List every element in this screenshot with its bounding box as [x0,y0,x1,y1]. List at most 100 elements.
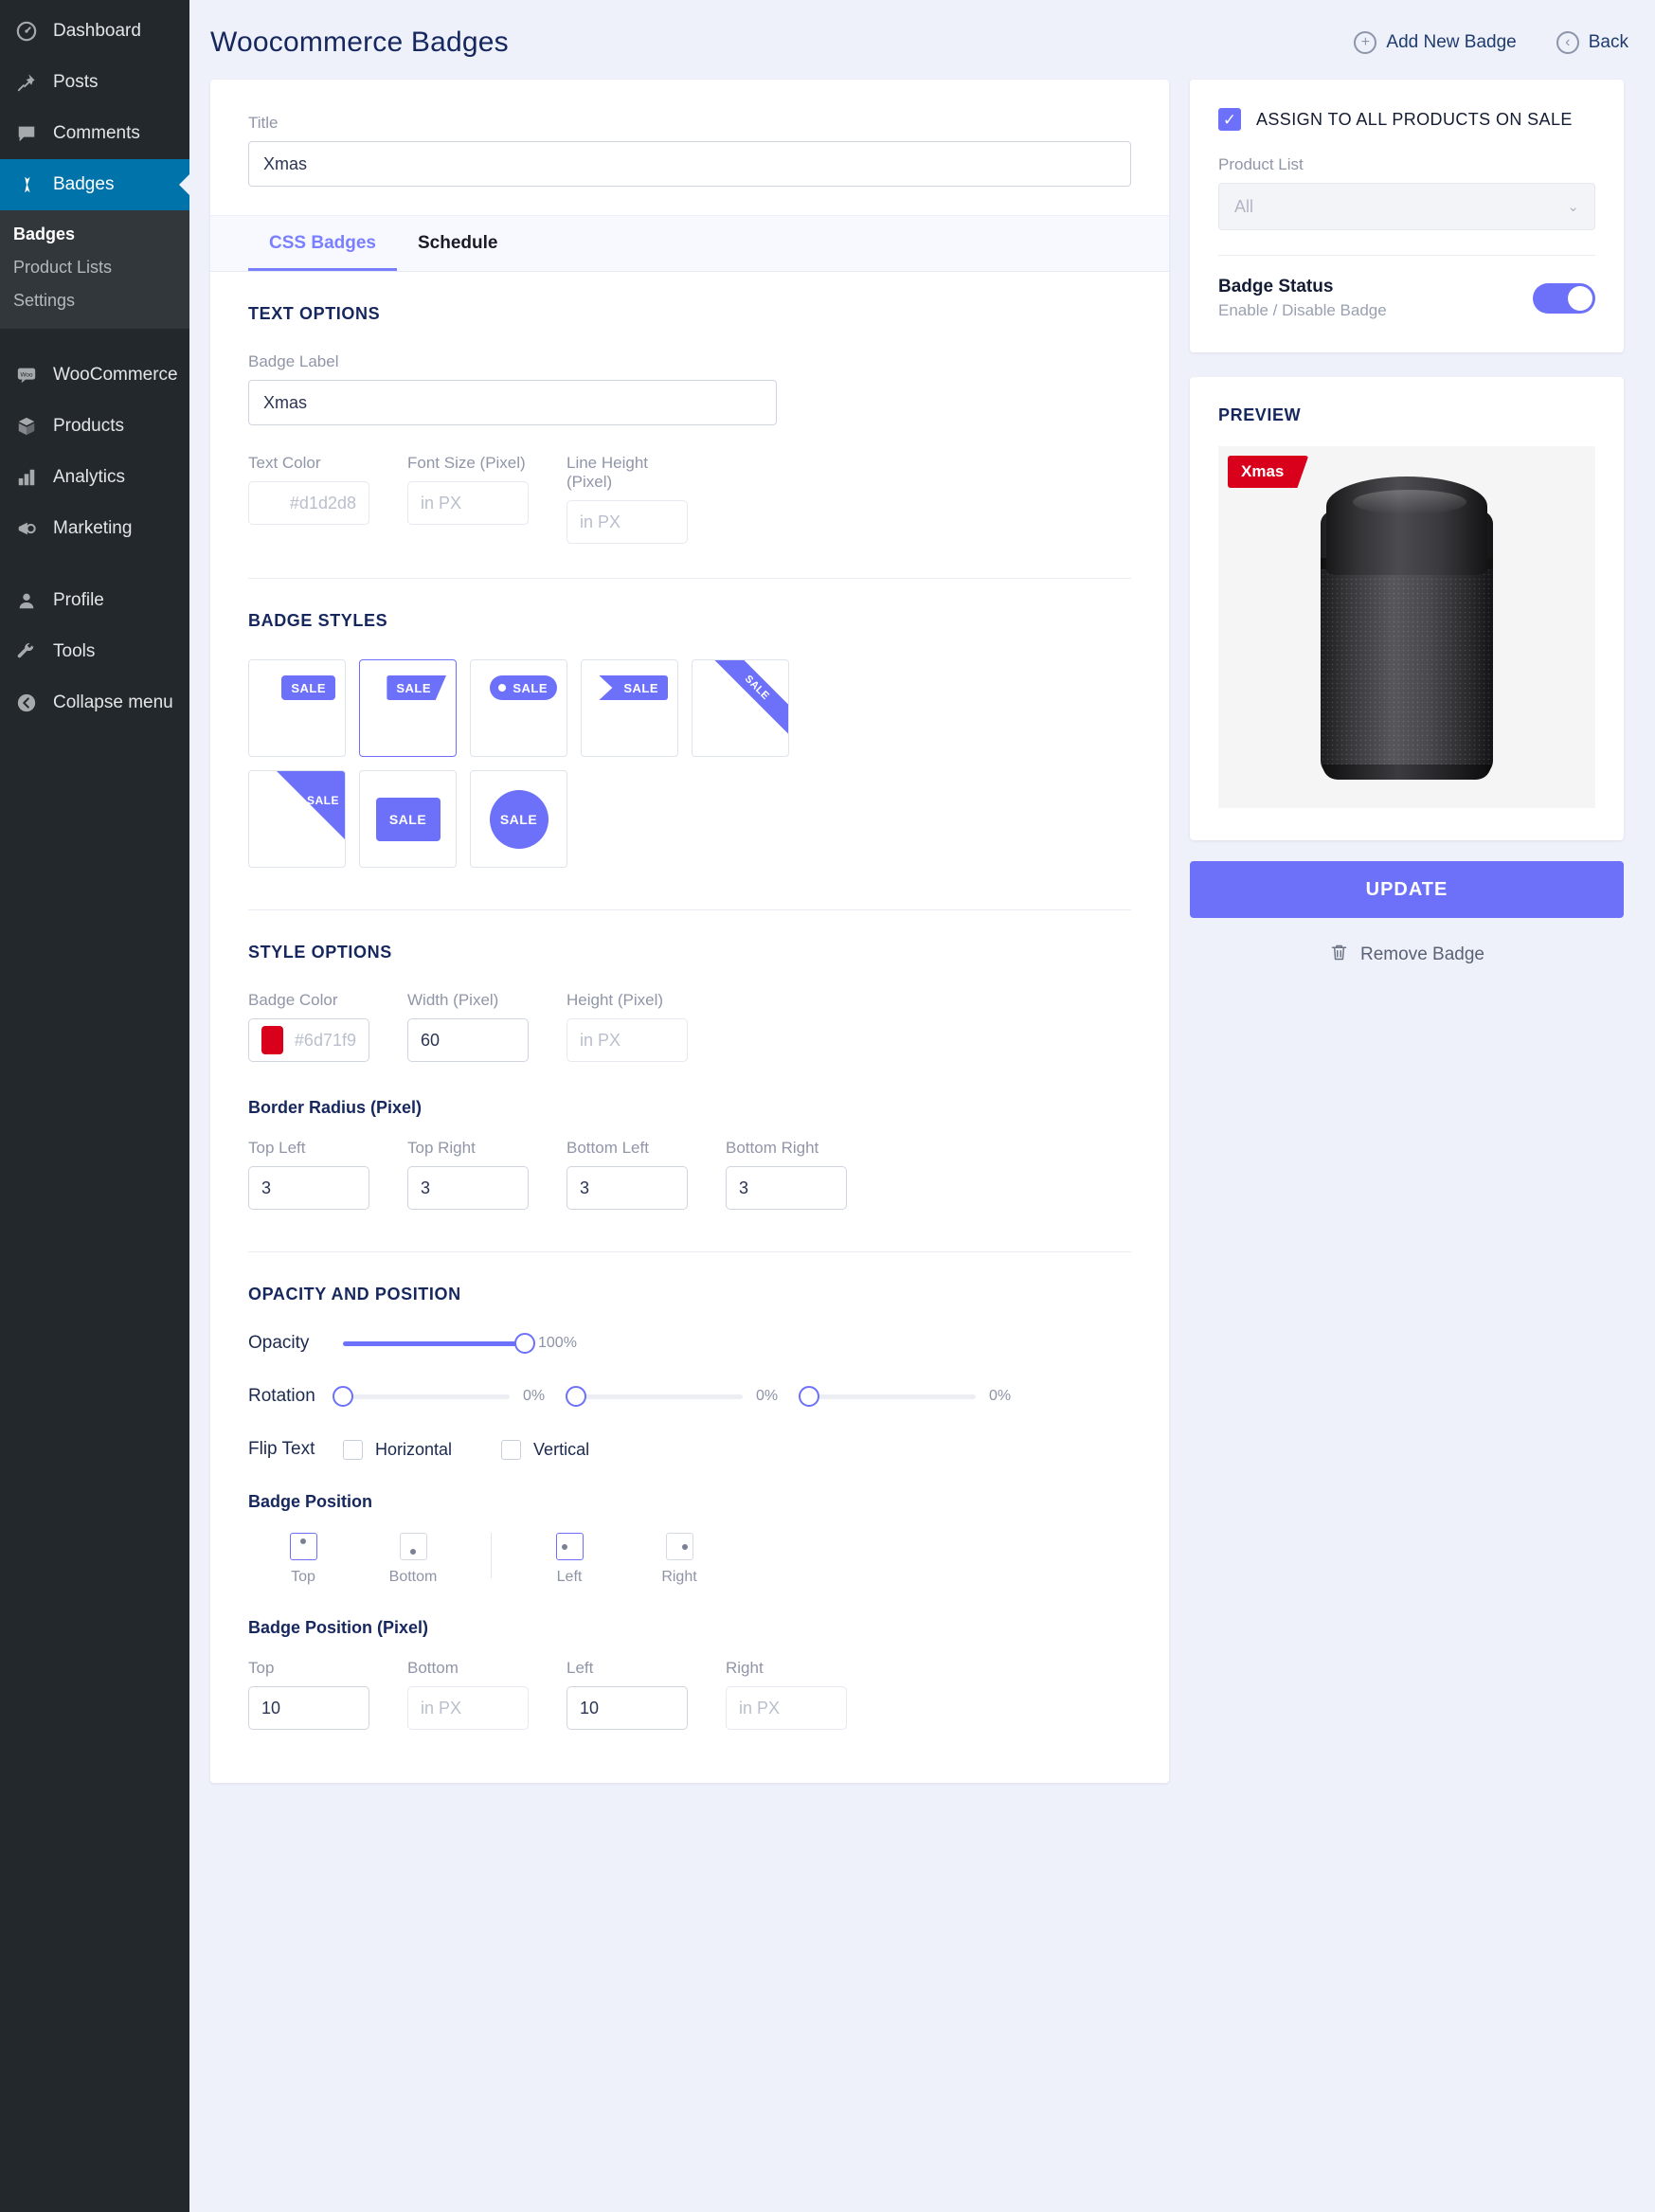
rotation-slider-x[interactable]: 0% [333,1386,567,1407]
sidebar-item-badges[interactable]: Badges [0,159,189,210]
radius-bottom-right-input[interactable] [726,1166,847,1210]
opacity-fill [343,1340,525,1346]
badge-status-toggle[interactable] [1533,283,1595,314]
add-new-badge-button[interactable]: + Add New Badge [1354,31,1517,54]
update-button[interactable]: UPDATE [1190,861,1624,918]
remove-badge-button[interactable]: Remove Badge [1190,943,1624,967]
badge-style-slanted[interactable]: SALE [359,659,457,757]
radius-bottom-right-field: Bottom Right [726,1139,847,1210]
flip-vertical-label: Vertical [533,1439,590,1459]
speaker-base [1322,764,1491,780]
position-box[interactable] [665,1533,693,1560]
assign-all-checkbox[interactable]: ✓ Assign to all products on sale [1218,108,1595,131]
preview-stage: Xmas [1218,446,1595,808]
opacity-slider[interactable]: 100% [343,1333,582,1354]
tab-schedule[interactable]: Schedule [397,216,518,271]
rotation-y-knob[interactable] [566,1386,586,1407]
radius-top-right-input[interactable] [407,1166,529,1210]
sidebar-item-posts[interactable]: Posts [0,57,189,108]
sidebar-item-products[interactable]: Products [0,401,189,452]
title-input[interactable] [248,141,1131,187]
flip-vertical-checkbox[interactable]: Vertical [501,1439,590,1460]
position-label: Bottom [388,1569,438,1585]
product-list-label: Product List [1218,155,1304,173]
megaphone-icon [13,515,40,542]
box-icon [13,413,40,440]
badge-style-flag-notch[interactable]: SALE [581,659,678,757]
rotation-z-knob[interactable] [799,1386,819,1407]
text-color-input[interactable] [248,481,369,525]
checkbox-checked-icon[interactable]: ✓ [1218,108,1241,131]
width-label: Width (Pixel) [407,991,499,1009]
submenu-item-settings[interactable]: Settings [0,284,189,317]
position-box[interactable] [555,1533,584,1560]
opacity-label: Opacity [248,1333,310,1353]
position-box[interactable] [399,1533,427,1560]
pin-icon [13,69,40,96]
tab-css-badges[interactable]: CSS Badges [248,216,397,271]
speaker-highlight [1353,490,1466,514]
sidebar-item-profile[interactable]: Profile [0,575,189,626]
sidebar-item-woocommerce[interactable]: Woo WooCommerce [0,350,189,401]
position-px-left-input[interactable] [567,1686,688,1730]
badges-submenu: Badges Product Lists Settings [0,210,189,329]
position-label: Top [291,1569,315,1585]
font-size-input[interactable] [407,481,529,525]
submenu-item-product-lists[interactable]: Product Lists [0,251,189,284]
sidebar-item-comments[interactable]: Comments [0,108,189,159]
position-dot [410,1549,416,1555]
position-px-left-field: Left [567,1659,688,1730]
position-label: Left [556,1569,583,1585]
opacity-knob[interactable] [514,1333,535,1354]
position-px-right-input[interactable] [726,1686,847,1730]
checkbox-box[interactable] [343,1439,363,1460]
rotation-slider-z[interactable]: 0% [799,1386,1033,1407]
badge-label-input[interactable] [248,380,777,425]
back-button[interactable]: ‹ Back [1556,31,1628,54]
radius-label: Bottom Right [726,1139,819,1157]
remove-badge-label: Remove Badge [1360,944,1484,964]
position-box[interactable] [289,1533,317,1560]
position-option-top[interactable]: Top [248,1533,358,1586]
badge-style-corner-triangle[interactable]: SALE [248,770,346,868]
page-header: Woocommerce Badges + Add New Badge ‹ Bac… [189,0,1655,80]
position-px-bottom-input[interactable] [407,1686,529,1730]
submenu-label: Badges [13,225,76,243]
radius-top-left-input[interactable] [248,1166,369,1210]
badge-status-text: Badge Status Enable / Disable Badge [1218,277,1387,320]
sidebar-item-tools[interactable]: Tools [0,626,189,677]
badge-color-input[interactable]: #6d71f9 [248,1018,369,1062]
wrench-icon [13,638,40,665]
rotation-slider-y[interactable]: 0% [566,1386,800,1407]
badge-style-tag-dot-rounded[interactable]: SALE [470,659,567,757]
position-option-left[interactable]: Left [514,1533,624,1586]
submenu-item-badges[interactable]: Badges [0,218,189,251]
color-swatch[interactable] [261,1026,283,1054]
style-options-title: Style Options [248,943,392,962]
preview-panel: Preview Xmas [1190,377,1624,840]
badge-sample-label: SALE [489,790,549,849]
badge-style-block[interactable]: SALE [359,770,457,868]
badge-style-corner-ribbon-diagonal[interactable]: SALE [692,659,789,757]
rotation-x-knob[interactable] [333,1386,353,1407]
sidebar-item-marketing[interactable]: Marketing [0,503,189,554]
sidebar-item-analytics[interactable]: Analytics [0,452,189,503]
badge-style-circle[interactable]: SALE [470,770,567,868]
position-option-bottom[interactable]: Bottom [358,1533,468,1586]
position-px-top-field: Top [248,1659,369,1730]
page-title: Woocommerce Badges [210,27,509,58]
line-height-input[interactable] [567,500,688,544]
sidebar-item-collapse-menu[interactable]: Collapse menu [0,677,189,728]
radius-bottom-left-input[interactable] [567,1166,688,1210]
product-list-select[interactable]: All ⌄ [1218,183,1595,230]
width-input[interactable] [407,1018,529,1062]
height-input[interactable] [567,1018,688,1062]
position-option-right[interactable]: Right [624,1533,734,1586]
position-px-top-input[interactable] [248,1686,369,1730]
badge-style-rectangle[interactable]: SALE [248,659,346,757]
sidebar-item-dashboard[interactable]: Dashboard [0,6,189,57]
preview-badge: Xmas [1228,456,1309,488]
svg-text:Woo: Woo [20,371,32,378]
checkbox-box[interactable] [501,1439,522,1460]
flip-horizontal-checkbox[interactable]: Horizontal [343,1439,452,1460]
